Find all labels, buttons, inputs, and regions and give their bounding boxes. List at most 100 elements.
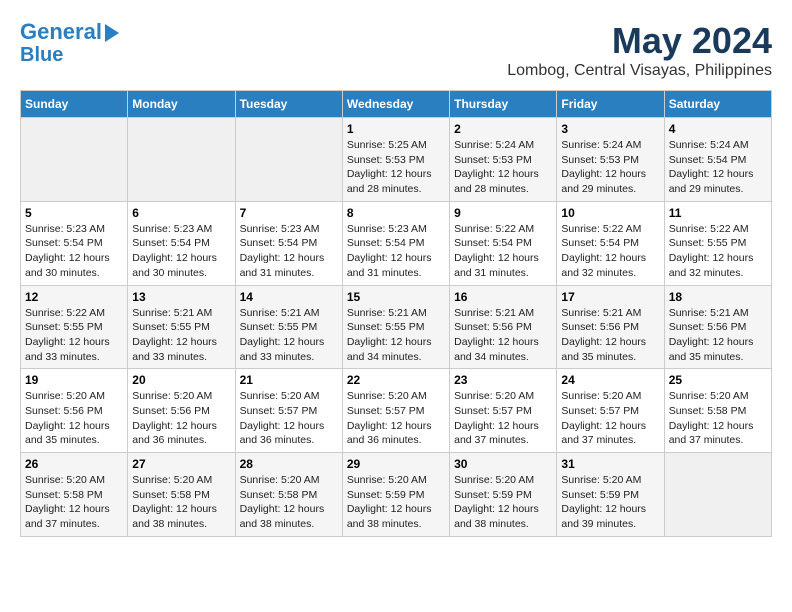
day-info: Sunrise: 5:22 AM Sunset: 5:54 PM Dayligh… [454,222,552,281]
day-info: Sunrise: 5:23 AM Sunset: 5:54 PM Dayligh… [25,222,123,281]
day-info: Sunrise: 5:21 AM Sunset: 5:56 PM Dayligh… [561,306,659,365]
calendar-cell: 7 Sunrise: 5:23 AM Sunset: 5:54 PM Daylig… [235,201,342,285]
logo-text: General [20,20,102,44]
day-info: Sunrise: 5:20 AM Sunset: 5:58 PM Dayligh… [132,473,230,532]
day-number: 3 [561,122,659,136]
day-number: 12 [25,290,123,304]
logo-arrow-icon [105,24,119,42]
day-info: Sunrise: 5:20 AM Sunset: 5:57 PM Dayligh… [347,389,445,448]
day-number: 5 [25,206,123,220]
calendar-cell: 16 Sunrise: 5:21 AM Sunset: 5:56 PM Dayli… [450,285,557,369]
day-info: Sunrise: 5:24 AM Sunset: 5:54 PM Dayligh… [669,138,767,197]
col-header-wednesday: Wednesday [342,91,449,118]
day-info: Sunrise: 5:20 AM Sunset: 5:58 PM Dayligh… [25,473,123,532]
day-info: Sunrise: 5:20 AM Sunset: 5:56 PM Dayligh… [25,389,123,448]
page-header: General Blue May 2024 Lombog, Central Vi… [20,20,772,80]
day-info: Sunrise: 5:23 AM Sunset: 5:54 PM Dayligh… [132,222,230,281]
week-row-2: 5 Sunrise: 5:23 AM Sunset: 5:54 PM Daylig… [21,201,772,285]
day-number: 30 [454,457,552,471]
day-number: 16 [454,290,552,304]
calendar-cell [664,453,771,537]
day-number: 10 [561,206,659,220]
day-number: 15 [347,290,445,304]
day-number: 29 [347,457,445,471]
day-info: Sunrise: 5:21 AM Sunset: 5:56 PM Dayligh… [669,306,767,365]
calendar-cell: 26 Sunrise: 5:20 AM Sunset: 5:58 PM Dayli… [21,453,128,537]
day-info: Sunrise: 5:22 AM Sunset: 5:54 PM Dayligh… [561,222,659,281]
calendar-cell: 10 Sunrise: 5:22 AM Sunset: 5:54 PM Dayli… [557,201,664,285]
calendar-cell: 6 Sunrise: 5:23 AM Sunset: 5:54 PM Daylig… [128,201,235,285]
title-block: May 2024 Lombog, Central Visayas, Philip… [507,20,772,80]
col-header-saturday: Saturday [664,91,771,118]
day-info: Sunrise: 5:22 AM Sunset: 5:55 PM Dayligh… [669,222,767,281]
day-number: 4 [669,122,767,136]
logo: General Blue [20,20,119,66]
calendar-cell: 1Sunrise: 5:25 AM Sunset: 5:53 PM Daylig… [342,118,449,202]
page-subtitle: Lombog, Central Visayas, Philippines [507,62,772,80]
calendar-cell: 13Sunrise: 5:21 AM Sunset: 5:55 PM Dayli… [128,285,235,369]
calendar-cell: 17 Sunrise: 5:21 AM Sunset: 5:56 PM Dayli… [557,285,664,369]
day-info: Sunrise: 5:20 AM Sunset: 5:59 PM Dayligh… [347,473,445,532]
week-row-5: 26 Sunrise: 5:20 AM Sunset: 5:58 PM Dayli… [21,453,772,537]
day-number: 31 [561,457,659,471]
day-number: 24 [561,373,659,387]
day-info: Sunrise: 5:23 AM Sunset: 5:54 PM Dayligh… [240,222,338,281]
week-row-1: 1Sunrise: 5:25 AM Sunset: 5:53 PM Daylig… [21,118,772,202]
day-number: 25 [669,373,767,387]
day-info: Sunrise: 5:20 AM Sunset: 5:57 PM Dayligh… [561,389,659,448]
day-number: 22 [347,373,445,387]
calendar-cell: 18 Sunrise: 5:21 AM Sunset: 5:56 PM Dayli… [664,285,771,369]
day-number: 11 [669,206,767,220]
calendar-cell: 30 Sunrise: 5:20 AM Sunset: 5:59 PM Dayli… [450,453,557,537]
calendar-cell: 28Sunrise: 5:20 AM Sunset: 5:58 PM Dayli… [235,453,342,537]
day-number: 27 [132,457,230,471]
calendar-cell: 20Sunrise: 5:20 AM Sunset: 5:56 PM Dayli… [128,369,235,453]
day-number: 2 [454,122,552,136]
day-info: Sunrise: 5:24 AM Sunset: 5:53 PM Dayligh… [454,138,552,197]
day-number: 7 [240,206,338,220]
calendar-cell [235,118,342,202]
calendar-cell: 3 Sunrise: 5:24 AM Sunset: 5:53 PM Daylig… [557,118,664,202]
day-number: 9 [454,206,552,220]
calendar-cell: 4 Sunrise: 5:24 AM Sunset: 5:54 PM Daylig… [664,118,771,202]
day-info: Sunrise: 5:20 AM Sunset: 5:58 PM Dayligh… [669,389,767,448]
col-header-friday: Friday [557,91,664,118]
col-header-tuesday: Tuesday [235,91,342,118]
day-number: 26 [25,457,123,471]
day-info: Sunrise: 5:20 AM Sunset: 5:57 PM Dayligh… [240,389,338,448]
header-row: SundayMondayTuesdayWednesdayThursdayFrid… [21,91,772,118]
logo-subtext: Blue [20,44,119,66]
week-row-3: 12 Sunrise: 5:22 AM Sunset: 5:55 PM Dayli… [21,285,772,369]
day-number: 1 [347,122,445,136]
col-header-sunday: Sunday [21,91,128,118]
page-title: May 2024 [507,20,772,62]
calendar-cell: 23Sunrise: 5:20 AM Sunset: 5:57 PM Dayli… [450,369,557,453]
col-header-monday: Monday [128,91,235,118]
calendar-cell: 15Sunrise: 5:21 AM Sunset: 5:55 PM Dayli… [342,285,449,369]
calendar-cell [128,118,235,202]
day-number: 19 [25,373,123,387]
day-info: Sunrise: 5:20 AM Sunset: 5:57 PM Dayligh… [454,389,552,448]
day-info: Sunrise: 5:22 AM Sunset: 5:55 PM Dayligh… [25,306,123,365]
calendar-cell: 25 Sunrise: 5:20 AM Sunset: 5:58 PM Dayli… [664,369,771,453]
calendar-cell: 2 Sunrise: 5:24 AM Sunset: 5:53 PM Daylig… [450,118,557,202]
calendar-cell: 5 Sunrise: 5:23 AM Sunset: 5:54 PM Daylig… [21,201,128,285]
day-number: 20 [132,373,230,387]
calendar-table: SundayMondayTuesdayWednesdayThursdayFrid… [20,90,772,537]
calendar-cell: 11 Sunrise: 5:22 AM Sunset: 5:55 PM Dayli… [664,201,771,285]
day-info: Sunrise: 5:24 AM Sunset: 5:53 PM Dayligh… [561,138,659,197]
col-header-thursday: Thursday [450,91,557,118]
calendar-cell [21,118,128,202]
day-info: Sunrise: 5:21 AM Sunset: 5:55 PM Dayligh… [240,306,338,365]
day-number: 6 [132,206,230,220]
day-number: 18 [669,290,767,304]
calendar-cell: 27 Sunrise: 5:20 AM Sunset: 5:58 PM Dayli… [128,453,235,537]
day-number: 8 [347,206,445,220]
week-row-4: 19 Sunrise: 5:20 AM Sunset: 5:56 PM Dayli… [21,369,772,453]
day-number: 17 [561,290,659,304]
day-number: 21 [240,373,338,387]
day-info: Sunrise: 5:20 AM Sunset: 5:59 PM Dayligh… [454,473,552,532]
calendar-cell: 22 Sunrise: 5:20 AM Sunset: 5:57 PM Dayli… [342,369,449,453]
day-info: Sunrise: 5:21 AM Sunset: 5:56 PM Dayligh… [454,306,552,365]
calendar-cell: 31Sunrise: 5:20 AM Sunset: 5:59 PM Dayli… [557,453,664,537]
